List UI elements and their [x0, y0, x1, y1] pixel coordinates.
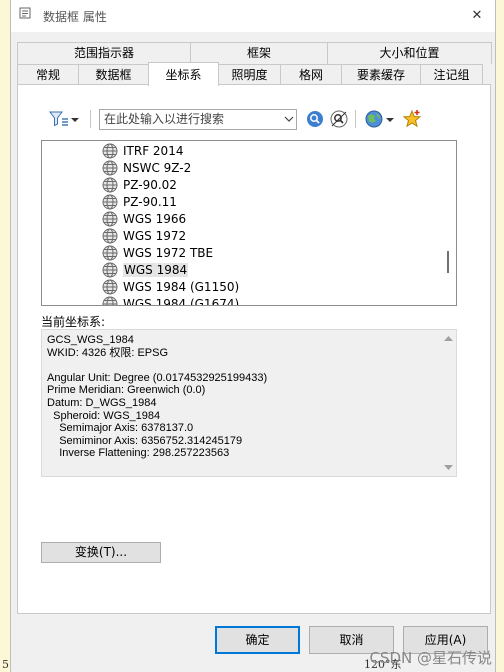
chevron-down-icon[interactable] [284, 113, 294, 125]
coordinate-system-panel: ITRF 2014 NSWC 9Z-2 PZ-90.02 PZ-90.11 WG… [17, 84, 491, 614]
globe-add-icon[interactable] [363, 108, 385, 130]
globe-icon [102, 211, 118, 226]
tree-item-label: PZ-90.11 [123, 194, 177, 209]
globe-icon [102, 279, 118, 294]
search-icon[interactable] [304, 108, 326, 130]
detail-line: Prime Meridian: Greenwich (0.0) [47, 384, 206, 397]
globe-icon [102, 245, 118, 260]
tree-item-label: WGS 1984 (G1674) [123, 296, 240, 306]
tab-size-position[interactable]: 大小和位置 [327, 42, 492, 64]
filter-icon[interactable] [48, 108, 70, 130]
current-coordinate-system-label: 当前坐标系: [41, 315, 106, 329]
globe-icon [102, 143, 118, 158]
filter-dropdown-icon[interactable] [69, 108, 81, 130]
tab-row-top: 范围指示器 框架 大小和位置 [17, 42, 492, 64]
detail-line: Angular Unit: Degree (0.0174532925199433… [47, 371, 268, 384]
current-coordinate-system-details[interactable]: GCS_WGS_1984 WKID: 4326 权限: EPSG Angular… [41, 329, 457, 477]
tab-annotation-groups[interactable]: 注记组 [420, 64, 483, 86]
tab-grids[interactable]: 格网 [280, 64, 342, 86]
tree-item-pz-90-02[interactable]: PZ-90.02 [102, 176, 177, 193]
tree-item-wgs-1984-g1150[interactable]: WGS 1984 (G1150) [102, 278, 239, 295]
scroll-down-icon[interactable] [444, 464, 453, 471]
detail-line: Datum: D_WGS_1984 [47, 396, 157, 409]
search-field[interactable] [99, 109, 297, 130]
detail-line: Spheroid: WGS_1984 [47, 409, 161, 422]
detail-line: Semimajor Axis: 6378137.0 [47, 422, 194, 435]
tree-item-wgs-1984-g1674[interactable]: WGS 1984 (G1674) [102, 295, 240, 306]
tree-item-nswc-9z-2[interactable]: NSWC 9Z-2 [102, 159, 191, 176]
tree-item-label: WGS 1972 [123, 228, 187, 243]
tab-data-frame[interactable]: 数据框 [78, 64, 149, 86]
properties-icon [19, 7, 31, 19]
globe-icon [102, 296, 118, 305]
favorites-star-icon[interactable] [401, 108, 423, 130]
tab-extent-indicator[interactable]: 范围指示器 [17, 42, 191, 64]
watermark: CSDN @星石传说 [369, 649, 492, 667]
tab-row-bottom: 常规 数据框 坐标系 照明度 格网 要素缓存 注记组 [17, 62, 483, 86]
globe-icon [102, 160, 118, 175]
tree-item-label: WGS 1972 TBE [123, 245, 214, 260]
tree-item-label: PZ-90.02 [123, 177, 177, 192]
globe-icon [102, 194, 118, 209]
scrollbar-thumb[interactable] [447, 251, 449, 273]
scroll-up-icon[interactable] [444, 335, 453, 342]
globe-icon [102, 228, 118, 243]
tree-item-wgs-1966[interactable]: WGS 1966 [102, 210, 186, 227]
tab-frame[interactable]: 框架 [190, 42, 328, 64]
globe-icon [102, 262, 118, 277]
tree-item-label: ITRF 2014 [123, 143, 184, 158]
tree-item-wgs-1972[interactable]: WGS 1972 [102, 227, 186, 244]
tree-scrollbar[interactable] [440, 141, 456, 305]
window-title: 数据框 属性 [43, 10, 107, 24]
tree-item-label: WGS 1984 (G1150) [123, 279, 240, 294]
tree-item-wgs-1972-tbe[interactable]: WGS 1972 TBE [102, 244, 213, 261]
detail-line: WKID: 4326 权限: EPSG [47, 346, 169, 359]
tree-item-label: NSWC 9Z-2 [123, 160, 192, 175]
tree-item-label: WGS 1984 [123, 262, 189, 277]
coordinate-system-tree[interactable]: ITRF 2014 NSWC 9Z-2 PZ-90.02 PZ-90.11 WG… [41, 140, 457, 306]
detail-line: Inverse Flattening: 298.257223563 [47, 447, 230, 460]
globe-dropdown-icon[interactable] [384, 108, 396, 130]
close-button[interactable]: ✕ [459, 0, 495, 32]
tree-item-pz-90-11[interactable]: PZ-90.11 [102, 193, 177, 210]
globe-icon [102, 177, 118, 192]
detail-line [47, 359, 452, 372]
tree-item-itrf-2014[interactable]: ITRF 2014 [102, 142, 183, 159]
tree-item-wgs-1984[interactable]: WGS 1984 [102, 261, 189, 278]
toolbar-separator [90, 110, 91, 128]
tab-coordinate-system[interactable]: 坐标系 [148, 62, 219, 86]
ok-button[interactable]: 确定 [215, 626, 300, 654]
detail-line: Semiminor Axis: 6356752.314245179 [47, 434, 243, 447]
title-bar: 数据框 属性 ✕ [11, 0, 495, 32]
tab-illumination[interactable]: 照明度 [218, 64, 281, 86]
transform-button[interactable]: 变换(T)... [41, 542, 161, 563]
detail-line: GCS_WGS_1984 [47, 334, 134, 346]
toolbar-separator [355, 110, 356, 128]
clear-search-icon[interactable] [328, 108, 350, 130]
tree-item-label: WGS 1966 [123, 211, 187, 226]
data-frame-properties-dialog: 数据框 属性 ✕ 范围指示器 框架 大小和位置 常规 数据框 坐标系 照明度 格… [10, 0, 496, 672]
tab-general[interactable]: 常规 [17, 64, 79, 86]
search-input[interactable] [100, 110, 286, 127]
tab-feature-cache[interactable]: 要素缓存 [341, 64, 421, 86]
